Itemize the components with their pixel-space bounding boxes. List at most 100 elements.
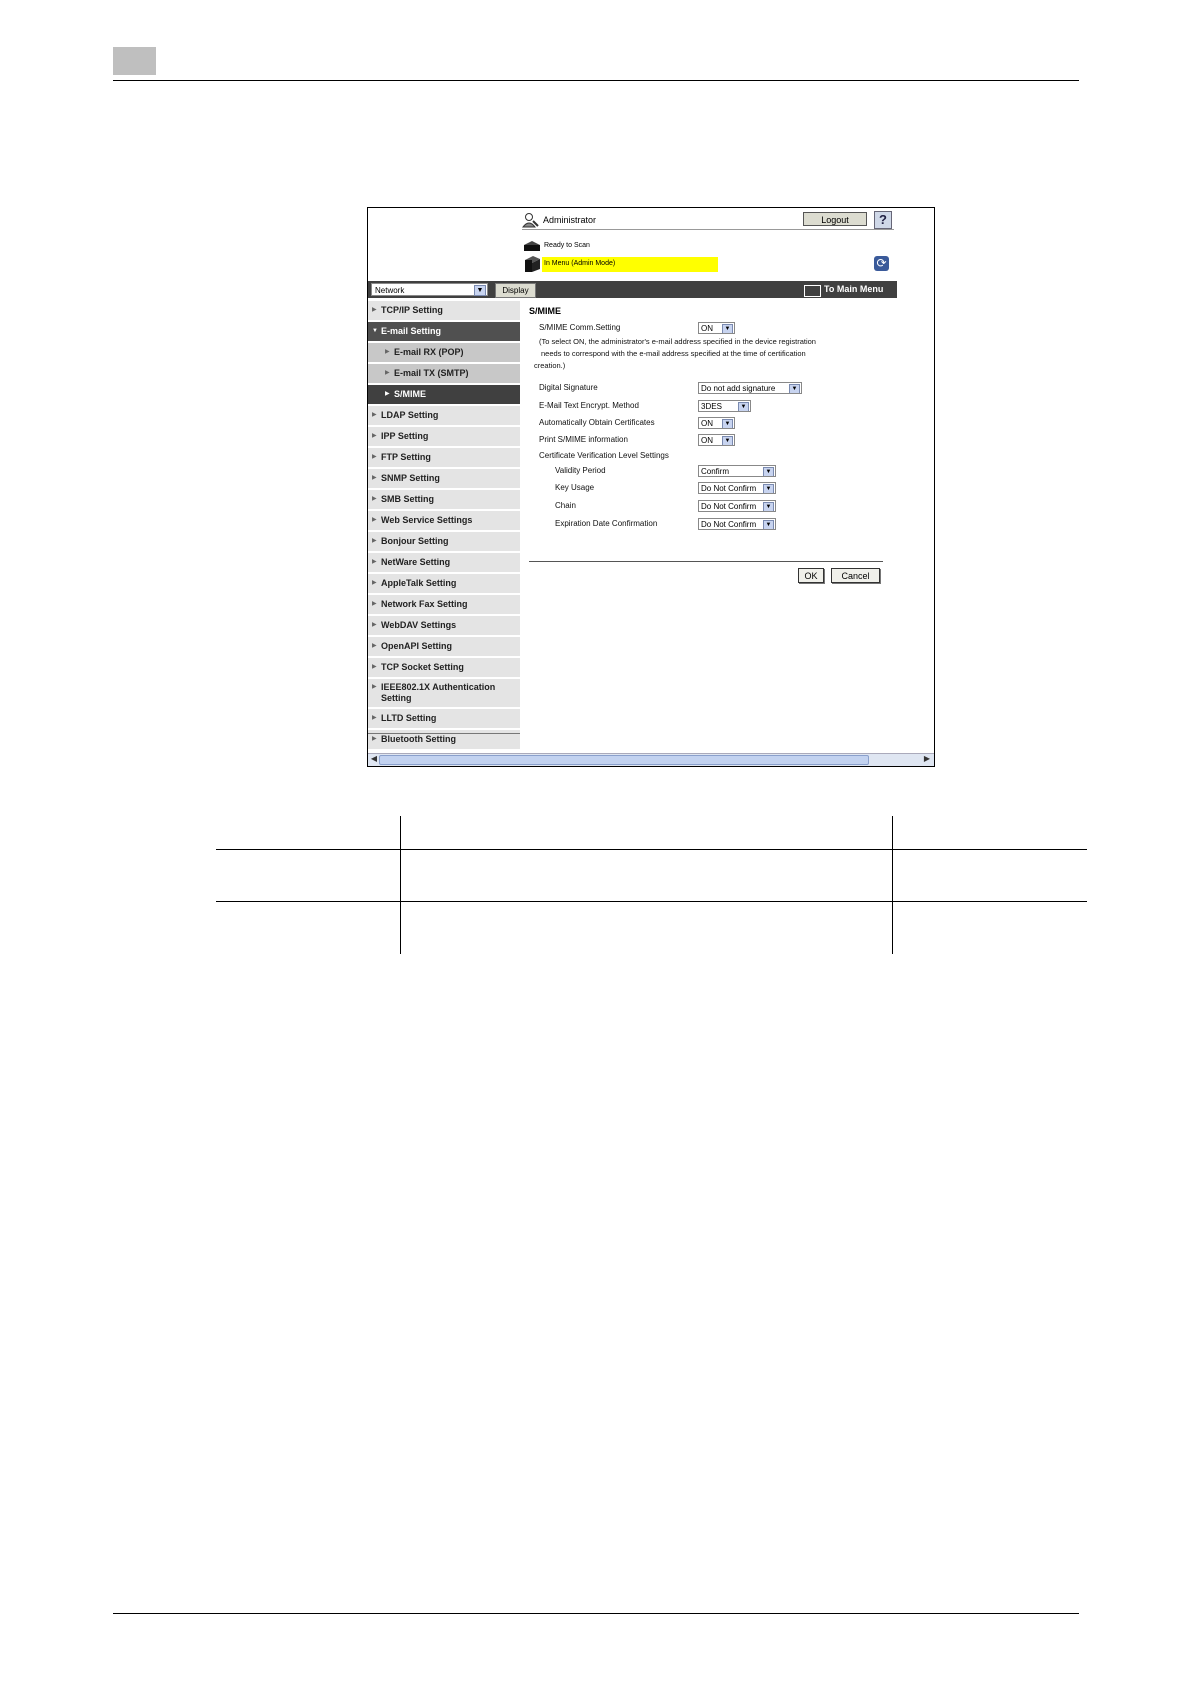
main-menu-icon bbox=[804, 285, 821, 297]
sidebar-item-tcpip[interactable]: ▶ TCP/IP Setting bbox=[368, 301, 520, 322]
sidebar-item-smb[interactable]: ▶ SMB Setting bbox=[368, 490, 520, 511]
sidebar-item-snmp[interactable]: ▶ SNMP Setting bbox=[368, 469, 520, 490]
triangle-right-icon: ▶ bbox=[385, 370, 390, 376]
validity-period-value: Confirm bbox=[701, 467, 730, 476]
sidebar-item-label: E-mail RX (POP) bbox=[394, 347, 464, 357]
key-usage-label: Key Usage bbox=[555, 483, 595, 492]
header-rule bbox=[113, 80, 1079, 81]
refresh-icon[interactable]: ⟳ bbox=[874, 256, 889, 271]
chevron-down-icon: ▼ bbox=[763, 484, 774, 493]
cancel-button[interactable]: Cancel bbox=[831, 568, 880, 583]
validity-period-select[interactable]: Confirm ▼ bbox=[698, 465, 776, 477]
smime-comm-select[interactable]: ON ▼ bbox=[698, 322, 735, 334]
expiration-value: Do Not Confirm bbox=[701, 520, 757, 529]
form-title: S/MIME bbox=[529, 306, 562, 316]
chevron-down-icon: ▼ bbox=[789, 384, 800, 393]
triangle-right-icon: ▶ bbox=[372, 580, 377, 586]
chevron-down-icon: ▼ bbox=[722, 324, 733, 333]
web-utility-screenshot: Administrator Logout ? Ready to Scan In … bbox=[367, 207, 935, 767]
triangle-right-icon: ▶ bbox=[372, 664, 377, 670]
chain-select[interactable]: Do Not Confirm ▼ bbox=[698, 500, 776, 512]
status-ready-text: Ready to Scan bbox=[544, 242, 590, 249]
chevron-down-icon: ▼ bbox=[763, 520, 774, 529]
sidebar-item-label: LDAP Setting bbox=[381, 410, 439, 420]
validity-period-label: Validity Period bbox=[555, 466, 606, 475]
form-divider bbox=[529, 561, 883, 562]
sidebar-item-label: Bonjour Setting bbox=[381, 536, 449, 546]
category-select-value: Network bbox=[375, 286, 405, 295]
triangle-right-icon: ▶ bbox=[372, 601, 377, 607]
sidebar-item-label: Web Service Settings bbox=[381, 515, 473, 525]
triangle-right-icon: ▶ bbox=[372, 496, 377, 502]
smime-comm-label: S/MIME Comm.Setting bbox=[539, 323, 621, 332]
triangle-right-icon: ▶ bbox=[372, 622, 377, 628]
chevron-down-icon: ▼ bbox=[763, 502, 774, 511]
chain-label: Chain bbox=[555, 501, 576, 510]
print-info-select[interactable]: ON ▼ bbox=[698, 434, 735, 446]
admin-user-icon bbox=[521, 212, 540, 228]
triangle-right-icon: ▶ bbox=[372, 307, 377, 313]
sidebar-item-ipp[interactable]: ▶ IPP Setting bbox=[368, 427, 520, 448]
note-line-2: needs to correspond with the e-mail addr… bbox=[541, 349, 806, 358]
sidebar-item-ftp[interactable]: ▶ FTP Setting bbox=[368, 448, 520, 469]
footer-rule bbox=[113, 1613, 1079, 1614]
key-usage-select[interactable]: Do Not Confirm ▼ bbox=[698, 482, 776, 494]
sidebar-item-ldap[interactable]: ▶ LDAP Setting bbox=[368, 406, 520, 427]
sidebar-item-label: OpenAPI Setting bbox=[381, 641, 453, 651]
digital-signature-select[interactable]: Do not add signature ▼ bbox=[698, 382, 802, 394]
sidebar-item-openapi[interactable]: ▶ OpenAPI Setting bbox=[368, 637, 520, 658]
sidebar-item-network-fax[interactable]: ▶ Network Fax Setting bbox=[368, 595, 520, 616]
triangle-right-icon: ▶ bbox=[372, 643, 377, 649]
sidebar-item-web-service[interactable]: ▶ Web Service Settings bbox=[368, 511, 520, 532]
triangle-right-icon: ▶ bbox=[372, 736, 377, 742]
sidebar-item-email-rx[interactable]: ▶ E-mail RX (POP) bbox=[368, 343, 520, 364]
printer-icon bbox=[522, 255, 542, 273]
logout-button[interactable]: Logout bbox=[803, 212, 867, 226]
sidebar-item-email-tx[interactable]: ▶ E-mail TX (SMTP) bbox=[368, 364, 520, 385]
sidebar-item-smime[interactable]: ▶ S/MIME bbox=[368, 385, 520, 406]
chain-value: Do Not Confirm bbox=[701, 502, 757, 511]
header-divider bbox=[522, 229, 894, 230]
sidebar-item-webdav[interactable]: ▶ WebDAV Settings bbox=[368, 616, 520, 637]
triangle-down-icon: ▼ bbox=[372, 328, 378, 334]
scroll-left-icon[interactable]: ◀ bbox=[369, 754, 379, 764]
chevron-down-icon: ▼ bbox=[722, 436, 733, 445]
scroll-right-icon[interactable]: ▶ bbox=[922, 754, 932, 764]
triangle-right-icon: ▶ bbox=[372, 412, 377, 418]
scrollbar-thumb[interactable] bbox=[379, 755, 869, 765]
sidebar-item-appletalk[interactable]: ▶ AppleTalk Setting bbox=[368, 574, 520, 595]
smime-comm-value: ON bbox=[701, 324, 713, 333]
category-select[interactable]: Network ▼ bbox=[371, 283, 488, 296]
expiration-select[interactable]: Do Not Confirm ▼ bbox=[698, 518, 776, 530]
triangle-right-icon: ▶ bbox=[372, 715, 377, 721]
triangle-right-icon: ▶ bbox=[385, 391, 390, 397]
sidebar-item-label: SNMP Setting bbox=[381, 473, 440, 483]
auto-cert-value: ON bbox=[701, 419, 713, 428]
sidebar-bottom-rule bbox=[368, 733, 520, 734]
expiration-label: Expiration Date Confirmation bbox=[555, 519, 658, 528]
sidebar-item-email[interactable]: ▼ E-mail Setting bbox=[368, 322, 520, 343]
sidebar-item-label: SMB Setting bbox=[381, 494, 434, 504]
sidebar-item-netware[interactable]: ▶ NetWare Setting bbox=[368, 553, 520, 574]
chevron-down-icon: ▼ bbox=[763, 467, 774, 476]
sidebar-item-lltd[interactable]: ▶ LLTD Setting bbox=[368, 709, 520, 730]
sidebar-item-bonjour[interactable]: ▶ Bonjour Setting bbox=[368, 532, 520, 553]
auto-cert-select[interactable]: ON ▼ bbox=[698, 417, 735, 429]
triangle-right-icon: ▶ bbox=[372, 433, 377, 439]
sidebar-item-ieee8021x[interactable]: ▶ IEEE802.1X Authentication Setting bbox=[368, 679, 520, 709]
encrypt-method-select[interactable]: 3DES ▼ bbox=[698, 400, 751, 412]
print-info-value: ON bbox=[701, 436, 713, 445]
sidebar-item-tcp-socket[interactable]: ▶ TCP Socket Setting bbox=[368, 658, 520, 679]
sidebar-item-label: Network Fax Setting bbox=[381, 599, 468, 609]
to-main-menu-link[interactable]: To Main Menu bbox=[824, 284, 883, 294]
sidebar-item-label: TCP/IP Setting bbox=[381, 305, 443, 315]
help-icon[interactable]: ? bbox=[874, 211, 892, 229]
chevron-down-icon: ▼ bbox=[722, 419, 733, 428]
digital-signature-value: Do not add signature bbox=[701, 384, 776, 393]
table-row-rule bbox=[216, 901, 1087, 902]
key-usage-value: Do Not Confirm bbox=[701, 484, 757, 493]
display-button[interactable]: Display bbox=[495, 283, 536, 298]
triangle-right-icon: ▶ bbox=[372, 517, 377, 523]
ok-button[interactable]: OK bbox=[798, 568, 824, 583]
digital-signature-label: Digital Signature bbox=[539, 383, 598, 392]
